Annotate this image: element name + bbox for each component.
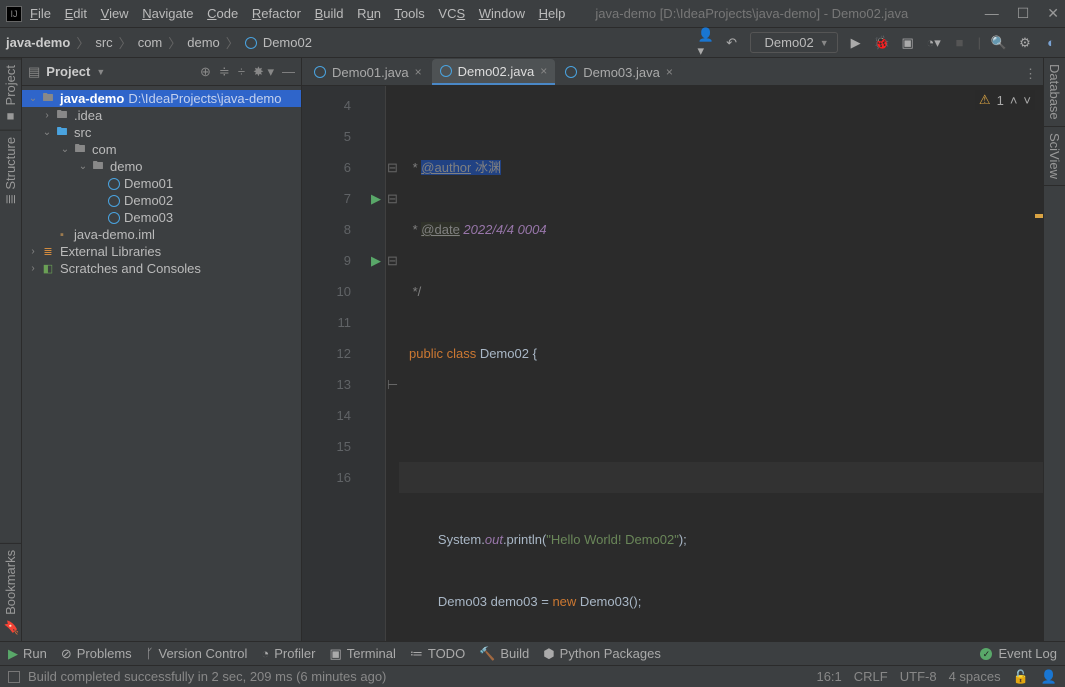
fold-gutter[interactable]: ⊟⊟ ⊟ ⊢ [385, 86, 399, 641]
menu-navigate[interactable]: Navigate [142, 6, 193, 21]
run-gutter[interactable]: ▶ ▶ [367, 86, 385, 641]
tool-run[interactable]: ▶Run [8, 646, 47, 662]
line-gutter: 456 789 101112 131415 16 [302, 86, 367, 641]
class-icon [314, 66, 326, 78]
editor-tab-demo03[interactable]: Demo03.java × [557, 59, 681, 85]
debug-icon[interactable]: 🐞 [874, 35, 890, 51]
coverage-icon[interactable]: ▣ [900, 35, 916, 51]
minimize-icon[interactable]: — [985, 5, 999, 22]
project-panel-title: Project [46, 64, 90, 79]
tree-iml[interactable]: ▪ java-demo.iml [22, 226, 301, 243]
main-menu-bar: File Edit View Navigate Code Refactor Bu… [30, 6, 575, 21]
tabs-more-icon[interactable]: ⋮ [1024, 66, 1037, 82]
chevron-up-icon[interactable]: ˄ [1010, 93, 1018, 108]
search-icon[interactable]: 🔍 [991, 35, 1007, 51]
tool-profiler[interactable]: ◔Profiler [261, 646, 315, 661]
warning-marker[interactable] [1035, 214, 1043, 218]
tree-src[interactable]: ⌄🖿 src [22, 124, 301, 141]
user-icon[interactable]: 👤▾ [698, 35, 714, 51]
crumb-com[interactable]: com [138, 35, 163, 50]
tree-com[interactable]: ⌄🖿 com [22, 141, 301, 158]
tree-scratches[interactable]: ›◧ Scratches and Consoles [22, 260, 301, 277]
tab-close-icon[interactable]: × [666, 65, 673, 79]
menu-run[interactable]: Run [357, 6, 381, 21]
maximize-icon[interactable]: ☐ [1017, 5, 1030, 22]
tree-demo02[interactable]: Demo02 [22, 192, 301, 209]
project-view-dropdown[interactable]: ▼ [96, 67, 105, 77]
tree-demo01[interactable]: Demo01 [22, 175, 301, 192]
project-tree: ⌄🖿 java-demoD:\IdeaProjects\java-demo ›🖿… [22, 86, 301, 281]
tool-python[interactable]: ⬢Python Packages [543, 646, 661, 662]
stop-icon[interactable]: ■ [952, 35, 968, 51]
side-tab-structure[interactable]: ≣Structure [0, 130, 21, 211]
menu-refactor[interactable]: Refactor [252, 6, 301, 21]
menu-file[interactable]: File [30, 6, 51, 21]
tool-terminal[interactable]: ▣Terminal [329, 646, 395, 662]
plugin-icon[interactable]: ◐ [1043, 35, 1059, 51]
tool-build[interactable]: 🔨Build [479, 646, 529, 662]
profile-icon[interactable]: ◔▾ [926, 35, 942, 51]
breadcrumb: java-demo 〉 src 〉 com 〉 demo 〉 Demo02 [6, 33, 312, 52]
tree-demo03[interactable]: Demo03 [22, 209, 301, 226]
side-tab-bookmarks[interactable]: 🔖Bookmarks [0, 543, 21, 641]
compress-icon[interactable]: ≑ [219, 64, 230, 80]
hide-icon[interactable]: — [282, 64, 295, 80]
expand-icon[interactable]: ÷ [238, 64, 245, 80]
tree-root[interactable]: ⌄🖿 java-demoD:\IdeaProjects\java-demo [22, 90, 301, 107]
editor-tab-demo01[interactable]: Demo01.java × [306, 59, 430, 85]
side-tab-project[interactable]: ■Project [0, 58, 21, 130]
tab-close-icon[interactable]: × [540, 64, 547, 78]
tree-idea[interactable]: ›🖿 .idea [22, 107, 301, 124]
crumb-root[interactable]: java-demo [6, 35, 70, 50]
app-logo-icon: IJ [6, 6, 22, 22]
run-icon[interactable]: ▶ [848, 35, 864, 51]
crumb-file[interactable]: Demo02 [263, 35, 312, 50]
close-icon[interactable]: ✕ [1047, 5, 1059, 22]
tool-problems[interactable]: ⊘Problems [61, 646, 132, 662]
tree-demo[interactable]: ⌄🖿 demo [22, 158, 301, 175]
editor-tab-demo02[interactable]: Demo02.java × [432, 59, 556, 85]
menu-view[interactable]: View [101, 6, 129, 21]
menu-window[interactable]: Window [479, 6, 525, 21]
crumb-src[interactable]: src [95, 35, 112, 50]
project-tool-icon: ▤ [28, 64, 40, 80]
back-arrow-icon[interactable]: ↶ [724, 35, 740, 51]
code-editor[interactable]: 456 789 101112 131415 16 ▶ ▶ ⊟⊟ ⊟ ⊢ * @a… [302, 86, 1043, 641]
inspection-widget[interactable]: ⚠ 1 ˄ ˅ [975, 90, 1035, 110]
class-icon [245, 37, 257, 49]
menu-help[interactable]: Help [539, 6, 566, 21]
crumb-demo[interactable]: demo [187, 35, 220, 50]
tree-external[interactable]: ›≣ External Libraries [22, 243, 301, 260]
settings-icon[interactable]: ⚙ [1017, 35, 1033, 51]
window-title: java-demo [D:\IdeaProjects\java-demo] - … [595, 6, 984, 21]
run-config-label: Demo02 [765, 35, 814, 50]
side-tab-sciview[interactable]: SciView [1044, 127, 1065, 186]
tool-version-control[interactable]: ᚴVersion Control [146, 646, 248, 661]
status-toggle-icon[interactable] [8, 671, 20, 683]
menu-code[interactable]: Code [207, 6, 238, 21]
class-icon [440, 65, 452, 77]
gear-icon[interactable]: ✸ ▾ [253, 64, 274, 80]
status-message: Build completed successfully in 2 sec, 2… [28, 669, 386, 684]
tool-event-log[interactable]: Event Log [998, 646, 1057, 661]
menu-vcs[interactable]: VCS [438, 6, 465, 21]
run-config-dropdown[interactable]: Demo02 ▼ [750, 32, 838, 53]
event-status-icon: ✓ [980, 648, 992, 660]
side-tab-database[interactable]: Database [1044, 58, 1065, 127]
warning-icon: ⚠ [979, 92, 991, 108]
menu-tools[interactable]: Tools [394, 6, 424, 21]
chevron-down-icon[interactable]: ˅ [1023, 93, 1031, 108]
menu-build[interactable]: Build [315, 6, 344, 21]
menu-edit[interactable]: Edit [65, 6, 87, 21]
tab-close-icon[interactable]: × [415, 65, 422, 79]
class-icon [565, 66, 577, 78]
target-icon[interactable]: ⊕ [200, 64, 211, 80]
tool-todo[interactable]: ≔TODO [410, 646, 465, 662]
source-text[interactable]: * @author 冰渊 * @date 2022/4/4 0004 */ pu… [399, 86, 1043, 641]
